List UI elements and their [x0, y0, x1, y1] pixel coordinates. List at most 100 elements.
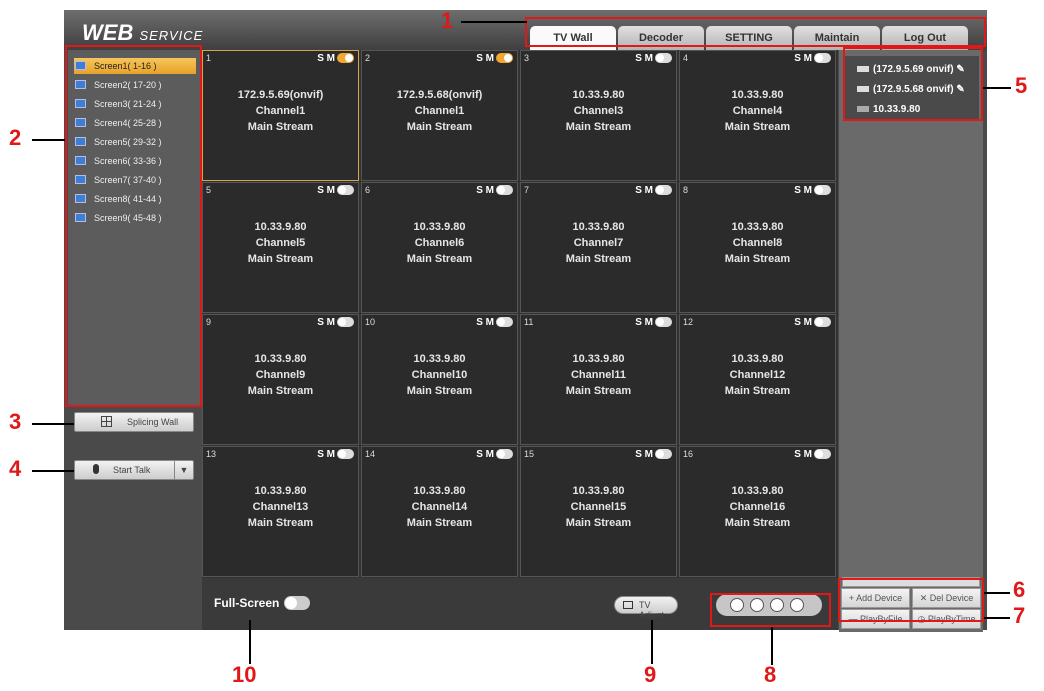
- callout-number: 7: [1013, 603, 1026, 628]
- cell-toggle[interactable]: [814, 317, 831, 328]
- callout-line: [983, 87, 1011, 89]
- cell-toggle[interactable]: [655, 185, 672, 196]
- tv-adjust-label: TV Adjust: [639, 600, 665, 620]
- cell-toggle[interactable]: [337, 185, 354, 196]
- sound-icon[interactable]: S: [476, 449, 483, 460]
- cell-toggle[interactable]: [337, 53, 354, 64]
- cell-toggle[interactable]: [496, 185, 513, 196]
- cell-channel: Channel4: [732, 105, 783, 117]
- main-stream-toggle-label[interactable]: M: [327, 185, 335, 196]
- main-stream-toggle-label[interactable]: M: [645, 449, 653, 460]
- cell-toggle[interactable]: [814, 185, 831, 196]
- cell-ip: 10.33.9.80: [413, 353, 466, 365]
- callout-line: [32, 139, 65, 141]
- video-cell[interactable]: 14 S M 10.33.9.80 Channel14 Main Stream: [361, 446, 518, 577]
- main-stream-toggle-label[interactable]: M: [327, 449, 335, 460]
- video-cell[interactable]: 6 S M 10.33.9.80 Channel6 Main Stream: [361, 182, 518, 313]
- sound-icon[interactable]: S: [317, 185, 324, 196]
- main-stream-toggle-label[interactable]: M: [486, 449, 494, 460]
- cell-toggle[interactable]: [337, 449, 354, 460]
- cell-toggle[interactable]: [814, 449, 831, 460]
- sound-icon[interactable]: S: [317, 317, 324, 328]
- video-cell[interactable]: 4 S M 10.33.9.80 Channel4 Main Stream: [679, 50, 836, 181]
- cell-toggle[interactable]: [496, 53, 513, 64]
- video-cell[interactable]: 10 S M 10.33.9.80 Channel10 Main Stream: [361, 314, 518, 445]
- sound-icon[interactable]: S: [794, 185, 801, 196]
- callout-number: 3: [9, 409, 22, 434]
- cell-number: 1: [206, 53, 212, 63]
- callout-line: [32, 470, 74, 472]
- full-screen-toggle[interactable]: [284, 596, 310, 610]
- sound-icon[interactable]: S: [317, 449, 324, 460]
- main-stream-toggle-label[interactable]: M: [645, 185, 653, 196]
- cell-toggle[interactable]: [337, 317, 354, 328]
- video-cell[interactable]: 2 S M 172.9.5.68(onvif) Channel1 Main Stream: [361, 50, 518, 181]
- cell-channel: Channel16: [729, 501, 786, 513]
- tv-adjust-button[interactable]: TV Adjust: [614, 596, 678, 620]
- cell-number: 12: [683, 317, 694, 327]
- annotation-box: [65, 45, 202, 407]
- start-talk-button[interactable]: Start Talk ▼: [74, 460, 194, 480]
- video-cell[interactable]: 7 S M 10.33.9.80 Channel7 Main Stream: [520, 182, 677, 313]
- cell-toggle[interactable]: [814, 53, 831, 64]
- cell-stream: Main Stream: [565, 253, 632, 265]
- video-cell[interactable]: 8 S M 10.33.9.80 Channel8 Main Stream: [679, 182, 836, 313]
- video-cell[interactable]: 1 S M 172.9.5.69(onvif) Channel1 Main Stream: [202, 50, 359, 181]
- sound-icon[interactable]: S: [476, 317, 483, 328]
- video-cell[interactable]: 9 S M 10.33.9.80 Channel9 Main Stream: [202, 314, 359, 445]
- callout-line: [984, 592, 1010, 594]
- video-cell[interactable]: 13 S M 10.33.9.80 Channel13 Main Stream: [202, 446, 359, 577]
- main-stream-toggle-label[interactable]: M: [486, 317, 494, 328]
- cell-number: 7: [524, 185, 530, 195]
- sound-icon[interactable]: S: [476, 53, 483, 64]
- cell-channel: Channel7: [573, 237, 624, 249]
- cell-ip: 10.33.9.80: [731, 485, 784, 497]
- main-stream-toggle-label[interactable]: M: [804, 53, 812, 64]
- cell-channel: Channel9: [255, 369, 306, 381]
- main-stream-toggle-label[interactable]: M: [645, 53, 653, 64]
- sound-icon[interactable]: S: [317, 53, 324, 64]
- video-cell[interactable]: 11 S M 10.33.9.80 Channel11 Main Stream: [520, 314, 677, 445]
- cell-controls: S M: [794, 449, 831, 460]
- main-stream-toggle-label[interactable]: M: [645, 317, 653, 328]
- splicing-wall-button[interactable]: Splicing Wall: [74, 412, 194, 432]
- sound-icon[interactable]: S: [635, 53, 642, 64]
- main-stream-toggle-label[interactable]: M: [804, 449, 812, 460]
- cell-toggle[interactable]: [655, 317, 672, 328]
- video-cell[interactable]: 5 S M 10.33.9.80 Channel5 Main Stream: [202, 182, 359, 313]
- cell-ip: 10.33.9.80: [572, 485, 625, 497]
- main-stream-toggle-label[interactable]: M: [327, 53, 335, 64]
- cell-channel: Channel8: [732, 237, 783, 249]
- chevron-down-icon[interactable]: ▼: [174, 461, 193, 479]
- cell-toggle[interactable]: [496, 317, 513, 328]
- main-stream-toggle-label[interactable]: M: [327, 317, 335, 328]
- sound-icon[interactable]: S: [794, 317, 801, 328]
- sound-icon[interactable]: S: [794, 53, 801, 64]
- video-cell[interactable]: 16 S M 10.33.9.80 Channel16 Main Stream: [679, 446, 836, 577]
- video-cell[interactable]: 12 S M 10.33.9.80 Channel12 Main Stream: [679, 314, 836, 445]
- main-stream-toggle-label[interactable]: M: [804, 317, 812, 328]
- cell-info: 10.33.9.80 Channel9 Main Stream: [203, 351, 358, 399]
- sound-icon[interactable]: S: [635, 449, 642, 460]
- main-stream-toggle-label[interactable]: M: [486, 185, 494, 196]
- cell-toggle[interactable]: [655, 449, 672, 460]
- cell-ip: 10.33.9.80: [731, 89, 784, 101]
- cell-stream: Main Stream: [724, 253, 791, 265]
- sound-icon[interactable]: S: [635, 317, 642, 328]
- cell-toggle[interactable]: [496, 449, 513, 460]
- sound-icon[interactable]: S: [794, 449, 801, 460]
- cell-toggle[interactable]: [655, 53, 672, 64]
- callout-number: 2: [9, 125, 22, 150]
- video-cell[interactable]: 15 S M 10.33.9.80 Channel15 Main Stream: [520, 446, 677, 577]
- cell-stream: Main Stream: [565, 517, 632, 529]
- cell-ip: 10.33.9.80: [254, 485, 307, 497]
- cell-channel: Channel14: [411, 501, 468, 513]
- main-stream-toggle-label[interactable]: M: [486, 53, 494, 64]
- cell-ip: 10.33.9.80: [731, 353, 784, 365]
- video-cell[interactable]: 3 S M 10.33.9.80 Channel3 Main Stream: [520, 50, 677, 181]
- cell-stream: Main Stream: [247, 121, 314, 133]
- sound-icon[interactable]: S: [635, 185, 642, 196]
- main-stream-toggle-label[interactable]: M: [804, 185, 812, 196]
- cell-info: 10.33.9.80 Channel4 Main Stream: [680, 87, 835, 135]
- sound-icon[interactable]: S: [476, 185, 483, 196]
